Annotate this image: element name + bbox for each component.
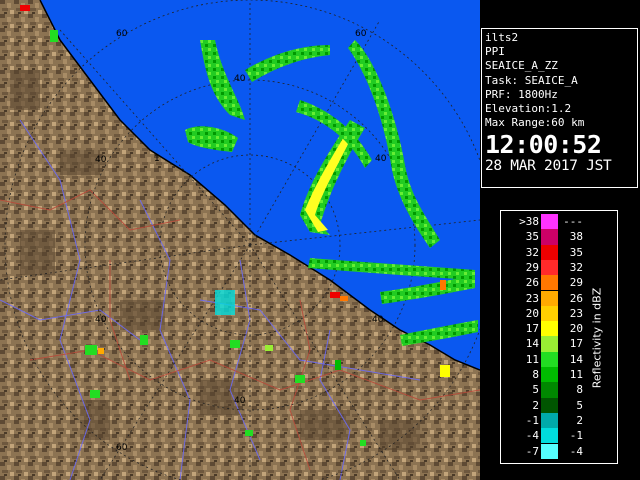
legend-row: -1 2 (501, 412, 617, 429)
legend-color-swatch (541, 244, 558, 260)
legend-color-swatch (541, 290, 558, 306)
legend-row: -4 -1 (501, 428, 617, 444)
legend-upper-bound: 29 (569, 276, 583, 290)
echo-cell-red (330, 292, 340, 298)
legend-upper-bound: 11 (569, 368, 583, 381)
legend-color-swatch (541, 275, 558, 291)
legend-row: 25 (501, 397, 617, 413)
legend-upper-bound: 35 (569, 245, 583, 259)
station-name: ilts2 (485, 31, 519, 44)
legend-lower-bound: 14 (525, 337, 539, 351)
range-label: 40 (234, 396, 246, 406)
legend-lower-bound: 20 (525, 306, 539, 320)
reflectivity-legend: >38 --- 35 38 32 35 29 32 26 29 23 26 20 23 17 20 14 17 11… (500, 210, 618, 464)
legend-color-swatch (541, 428, 558, 444)
legend-lower-bound: 8 (532, 368, 539, 381)
legend-row: 35 38 (501, 229, 617, 245)
legend-upper-bound: -4 (569, 444, 583, 458)
legend-color-swatch (541, 443, 558, 459)
legend-lower-bound: 32 (525, 245, 539, 259)
task-name: Task: SEAICE_A (485, 73, 578, 87)
range-label: 60 (116, 29, 128, 39)
legend-color-swatch (541, 336, 558, 352)
legend-lower-bound: 26 (525, 276, 539, 290)
elevation-value: Elevation:1.2 (485, 102, 572, 116)
prf-value: PRF: 1800Hz (485, 87, 558, 101)
legend-row: >38 --- (501, 214, 617, 230)
legend-upper-bound: 2 (576, 413, 583, 427)
range-label: 40 (234, 74, 246, 84)
scan-info-panel: ilts2 PPI SEAICE_A_ZZ Task: SEAICE_A PRF… (481, 28, 638, 188)
echo-cell-orange-ne (440, 280, 446, 290)
legend-color-swatch (541, 321, 558, 337)
scan-mode: PPI (485, 45, 505, 59)
legend-lower-bound: 2 (532, 398, 539, 412)
range-label: 1 (154, 154, 160, 164)
legend-color-swatch (541, 412, 558, 429)
legend-upper-bound: 17 (569, 337, 583, 351)
legend-upper-bound: 14 (569, 352, 583, 366)
legend-upper-bound: 20 (569, 322, 583, 336)
range-label: 40 (375, 154, 387, 164)
range-label: 40 (95, 155, 107, 165)
range-label: 60 (116, 443, 128, 453)
max-range-value: Max Range:60 km (485, 116, 585, 130)
legend-lower-bound: 5 (532, 383, 539, 397)
legend-row: -7 -4 (501, 443, 617, 459)
scan-date: 28 MAR 2017 JST (485, 158, 612, 175)
legend-lower-bound: 17 (525, 322, 539, 336)
legend-title: Reflectivity in dBZ (590, 287, 604, 389)
legend-lower-bound: 23 (525, 291, 539, 305)
legend-lower-bound: -4 (525, 429, 539, 443)
legend-upper-bound: 38 (569, 230, 583, 244)
echo-cell-orange (340, 296, 348, 301)
legend-upper-bound: 23 (569, 306, 583, 320)
legend-color-swatch (541, 214, 558, 230)
legend-row: 29 32 (501, 259, 617, 276)
legend-lower-bound: 35 (525, 230, 539, 244)
legend-lower-bound: 11 (525, 352, 539, 366)
range-label: 40 (95, 315, 107, 325)
legend-lower-bound: >38 (519, 215, 539, 228)
legend-upper-bound: 32 (569, 260, 583, 274)
legend-lower-bound: -1 (525, 413, 539, 427)
legend-upper-bound: 8 (576, 383, 583, 397)
legend-color-swatch (541, 382, 558, 398)
legend-color-swatch (541, 351, 558, 367)
product-name: SEAICE_A_ZZ (485, 59, 558, 73)
legend-color-swatch (541, 367, 558, 383)
range-label: 60 (355, 29, 367, 39)
legend-color-swatch (541, 259, 558, 276)
legend-lower-bound: -7 (525, 444, 539, 458)
legend-upper-bound: 26 (569, 291, 583, 305)
radar-ppi-display[interactable]: 40 40 40 40 40 40 60 60 60 1 (0, 0, 480, 480)
legend-upper-bound: --- (563, 215, 583, 228)
legend-row: 32 35 (501, 244, 617, 260)
range-label: 40 (372, 315, 384, 325)
legend-color-swatch (541, 229, 558, 245)
legend-upper-bound: -1 (569, 429, 583, 443)
legend-color-swatch (541, 305, 558, 322)
legend-lower-bound: 29 (525, 260, 539, 274)
legend-color-swatch (541, 397, 558, 413)
scan-time: 12:00:52 (485, 130, 602, 160)
legend-upper-bound: 5 (576, 398, 583, 412)
